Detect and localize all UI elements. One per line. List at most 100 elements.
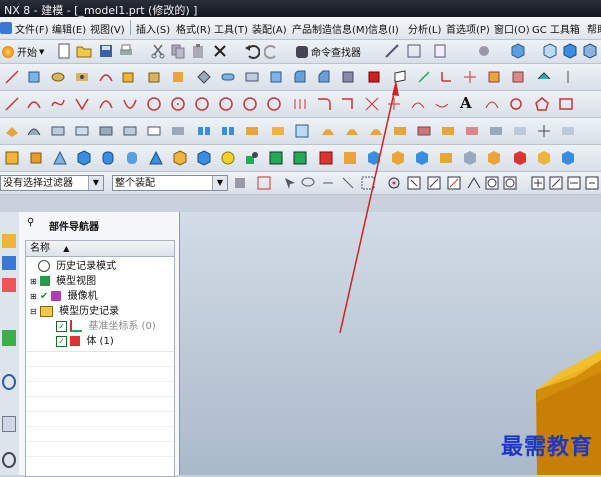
subtract-icon[interactable]	[366, 69, 382, 85]
rectangle-icon[interactable]	[558, 96, 574, 112]
menu-edit[interactable]: 编辑(E)	[52, 17, 86, 39]
pin-icon[interactable]: ⚲	[27, 217, 34, 228]
parabola-icon[interactable]	[122, 96, 138, 112]
wireframe-cube-icon[interactable]	[542, 43, 558, 59]
menu-view[interactable]: 视图(V)	[90, 17, 125, 39]
visibility-checkbox[interactable]: ✓	[56, 320, 67, 332]
menu-info[interactable]: 信息(I)	[368, 17, 399, 39]
snap-point-icon[interactable]	[386, 175, 402, 191]
slot-feature-icon[interactable]	[292, 150, 308, 166]
offset-face-icon[interactable]	[486, 69, 502, 85]
block-icon[interactable]	[4, 150, 20, 166]
arc-center-icon[interactable]	[242, 96, 258, 112]
global-shaping-icon[interactable]	[512, 123, 528, 139]
sphere-icon[interactable]	[220, 150, 236, 166]
view-cube-icon[interactable]	[562, 43, 578, 59]
print-icon[interactable]	[118, 43, 134, 59]
instance-icon[interactable]	[512, 150, 528, 166]
emboss-icon[interactable]	[342, 150, 358, 166]
snap-quadrant-icon[interactable]	[502, 175, 518, 191]
datum-plane-icon[interactable]	[392, 69, 408, 85]
shaded-cube-icon[interactable]	[510, 43, 526, 59]
reverse-normal-icon[interactable]	[536, 123, 552, 139]
polygon-icon[interactable]	[534, 96, 550, 112]
line-icon[interactable]	[4, 69, 20, 85]
fillet-surface-icon[interactable]	[344, 123, 360, 139]
mirror-icon[interactable]	[560, 69, 576, 85]
circle-icon[interactable]	[146, 96, 162, 112]
menu-preferences[interactable]: 首选项(P)	[446, 17, 490, 39]
point-icon[interactable]	[462, 69, 478, 85]
shell-icon[interactable]	[268, 69, 284, 85]
unbend-icon[interactable]	[560, 123, 576, 139]
mesh-icon[interactable]	[196, 69, 212, 85]
draft-icon[interactable]	[366, 150, 382, 166]
project-curve-icon[interactable]	[364, 96, 380, 112]
circle-center-icon[interactable]	[170, 96, 186, 112]
resource-system-materials-icon[interactable]	[2, 452, 16, 468]
circle-3pt-icon[interactable]	[194, 96, 210, 112]
studio-surface-icon[interactable]	[170, 123, 186, 139]
menu-window[interactable]: 窗口(O)	[494, 17, 530, 39]
boolean-icon[interactable]	[536, 150, 552, 166]
save-icon[interactable]	[98, 43, 114, 59]
datum-axis-icon[interactable]	[416, 69, 432, 85]
snap-existing-point-icon[interactable]	[530, 175, 546, 191]
n-sided-surface-icon[interactable]	[122, 123, 138, 139]
fillet-icon[interactable]	[316, 96, 332, 112]
delete-icon[interactable]	[212, 43, 228, 59]
unite-icon[interactable]	[340, 69, 356, 85]
selection-filter-dropdown[interactable]: 没有选择过滤器 ▼	[0, 175, 104, 191]
start-button[interactable]: 开始 ▼	[2, 40, 44, 63]
touch-mode-icon[interactable]	[406, 43, 422, 59]
arc-point-icon[interactable]	[266, 96, 282, 112]
box-select-icon[interactable]	[360, 175, 376, 191]
visibility-checkbox[interactable]: ✓	[56, 335, 67, 347]
curve-line-icon[interactable]	[4, 96, 20, 112]
resource-part-nav-icon[interactable]	[2, 278, 16, 292]
thicken-icon[interactable]	[294, 123, 310, 139]
tree-node-datum-csys[interactable]: ✓ 基准坐标系 (0)	[56, 320, 156, 334]
menu-format[interactable]: 格式(R)	[176, 17, 211, 39]
cylinder-icon[interactable]	[28, 150, 44, 166]
block-blue-icon[interactable]	[76, 150, 92, 166]
resource-assembly-nav-icon[interactable]	[2, 234, 16, 248]
menu-pmi[interactable]: 产品制造信息(M)	[292, 17, 368, 39]
filter-settings-icon[interactable]	[232, 175, 248, 191]
menu-help[interactable]: 帮助(H)	[587, 17, 601, 39]
sew-icon[interactable]	[196, 123, 212, 139]
pad-icon[interactable]	[170, 69, 186, 85]
scale-body-icon[interactable]	[462, 150, 478, 166]
copy-icon[interactable]	[170, 43, 186, 59]
menu-file[interactable]: 文件(F)	[0, 17, 49, 39]
menu-analysis[interactable]: 分析(L)	[408, 17, 441, 39]
pocket-icon[interactable]	[146, 69, 162, 85]
snap-end-icon[interactable]	[406, 175, 422, 191]
command-finder-button[interactable]: 命令查找器	[296, 40, 361, 63]
resource-web-browser-icon[interactable]	[2, 374, 16, 390]
ellipse-icon[interactable]	[98, 96, 114, 112]
arc-icon[interactable]	[26, 96, 42, 112]
tree-node-model-views[interactable]: ⊞ 模型视图	[30, 275, 96, 289]
offset-curve-icon[interactable]	[340, 96, 356, 112]
sphere-blue-icon[interactable]	[124, 150, 140, 166]
extension-icon[interactable]	[244, 123, 260, 139]
box-3d-icon[interactable]	[196, 150, 212, 166]
menu-gc-toolbox[interactable]: GC 工具箱	[532, 17, 580, 39]
tree-node-body[interactable]: ✓ 体 (1)	[56, 335, 114, 349]
chain-icon[interactable]	[508, 96, 524, 112]
groove-icon[interactable]	[244, 69, 260, 85]
open-folder-icon[interactable]	[76, 43, 92, 59]
snap-on-curve-icon[interactable]	[548, 175, 564, 191]
rectangular-pad-icon[interactable]	[268, 150, 284, 166]
tree-node-model-history[interactable]: ⊟ 模型历史记录	[30, 305, 119, 319]
extrude-icon[interactable]	[26, 69, 42, 85]
deselect-icon[interactable]	[320, 175, 336, 191]
circle-tangent-icon[interactable]	[218, 96, 234, 112]
pattern-icon[interactable]	[536, 69, 552, 85]
section-surface-icon[interactable]	[320, 123, 336, 139]
sew-body-icon[interactable]	[560, 150, 576, 166]
sketch-trim-icon[interactable]	[292, 96, 308, 112]
variable-offset-icon[interactable]	[368, 123, 384, 139]
selection-scope-dropdown[interactable]: 整个装配 ▼	[112, 175, 228, 191]
